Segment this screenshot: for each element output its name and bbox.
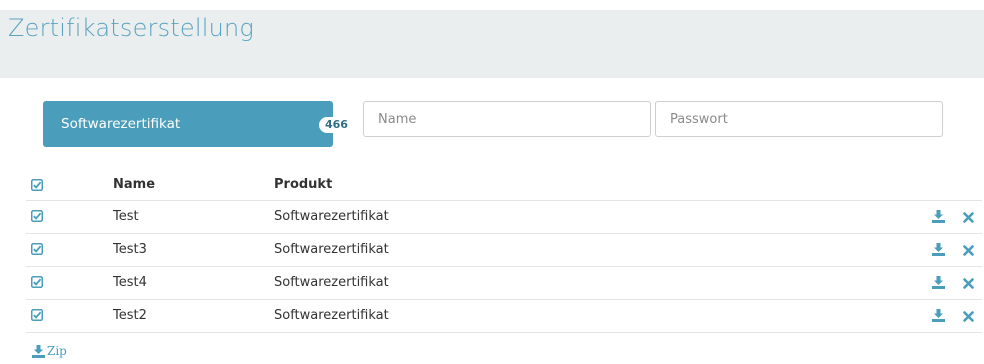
row-product: Softwarezertifikat [274, 242, 389, 257]
row-name: Test [113, 209, 139, 224]
download-icon[interactable] [932, 243, 945, 256]
close-icon[interactable] [963, 212, 974, 223]
row-product: Softwarezertifikat [274, 209, 389, 224]
certificate-count-badge: 466 [319, 117, 354, 133]
certificate-button-label: Softwarezertifikat [61, 116, 181, 132]
download-icon[interactable] [932, 210, 945, 223]
row-name: Test3 [113, 242, 147, 257]
checkbox-icon[interactable] [31, 243, 43, 255]
table-row: Test Softwarezertifikat [26, 201, 982, 234]
zip-label: Zip [47, 344, 67, 358]
table-row: Test2 Softwarezertifikat [26, 300, 982, 333]
table-row: Test4 Softwarezertifikat [26, 267, 982, 300]
download-icon [32, 345, 45, 358]
checkbox-icon[interactable] [31, 210, 43, 222]
column-header-name: Name [113, 177, 156, 192]
row-name: Test2 [113, 308, 147, 323]
software-certificate-button[interactable]: Softwarezertifikat 466 [43, 101, 354, 147]
password-input[interactable] [655, 101, 943, 137]
name-input[interactable] [363, 101, 651, 137]
close-icon[interactable] [963, 311, 974, 322]
close-icon[interactable] [963, 245, 974, 256]
checkbox-icon[interactable] [31, 309, 43, 321]
certificate-table: Name Produkt Test Softwarezertifikat Tes… [26, 170, 982, 333]
select-all-checkbox-icon[interactable] [31, 179, 43, 191]
table-row: Test3 Softwarezertifikat [26, 234, 982, 267]
row-product: Softwarezertifikat [274, 275, 389, 290]
checkbox-icon[interactable] [31, 276, 43, 288]
page-title: Zertifikatserstellung [8, 14, 255, 42]
close-icon[interactable] [963, 278, 974, 289]
column-header-product: Produkt [274, 177, 333, 192]
row-name: Test4 [113, 275, 147, 290]
download-icon[interactable] [932, 276, 945, 289]
table-header-row: Name Produkt [26, 170, 982, 201]
download-icon[interactable] [932, 309, 945, 322]
page-header: Zertifikatserstellung [0, 10, 984, 78]
row-product: Softwarezertifikat [274, 308, 389, 323]
